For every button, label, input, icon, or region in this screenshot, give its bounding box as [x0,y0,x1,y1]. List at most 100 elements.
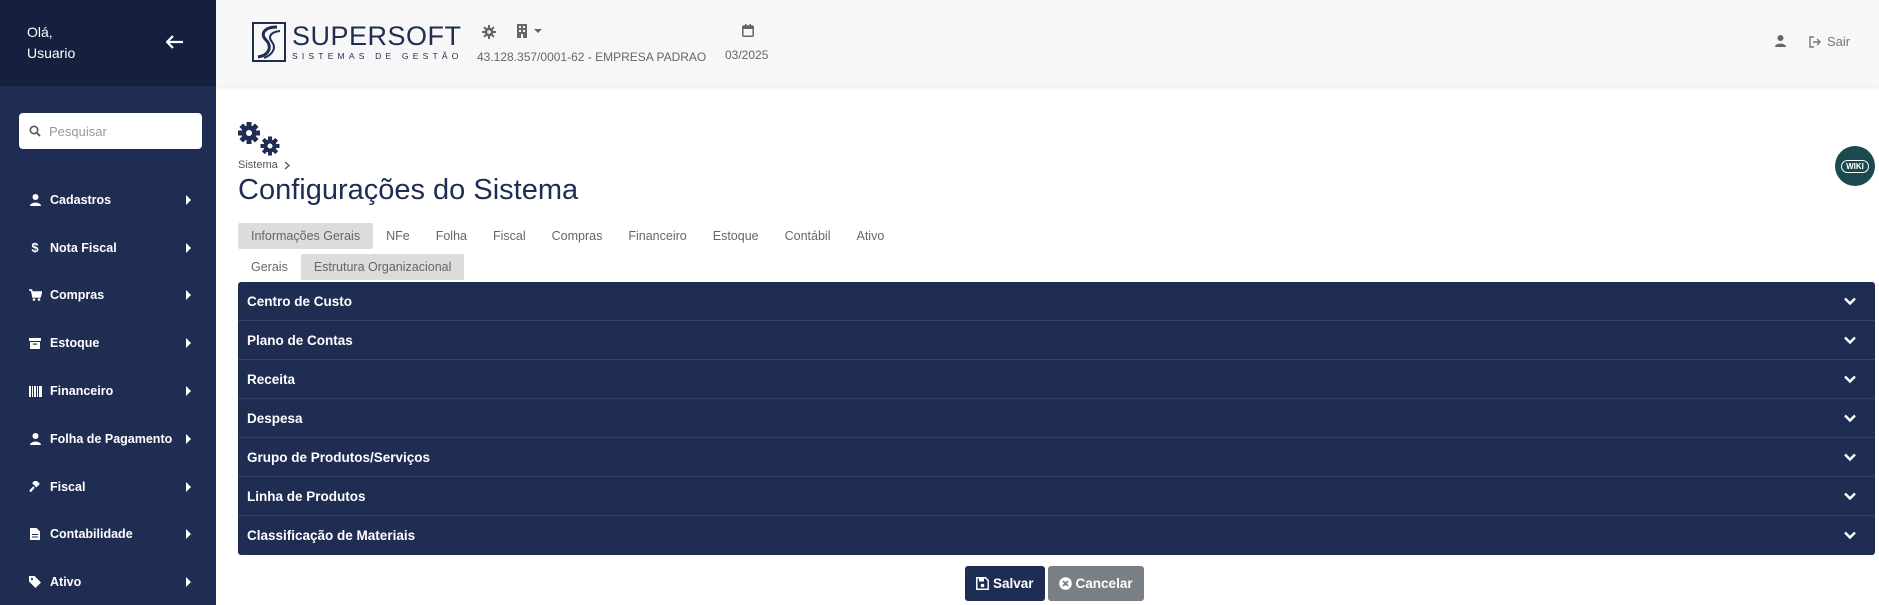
period-select-button[interactable] [742,24,754,37]
accordion-centro-de-custo[interactable]: Centro de Custo [238,282,1875,321]
save-icon [976,577,989,590]
tab-financeiro[interactable]: Financeiro [615,223,699,249]
sidebar-item-ativo[interactable]: Ativo [0,558,216,605]
tab-contabil[interactable]: Contábil [772,223,844,249]
wiki-label: WIKI [1841,159,1869,173]
accordion-title: Despesa [247,410,303,426]
caret-right-icon [186,194,191,205]
collapse-sidebar-button[interactable] [163,30,187,54]
user-icon [1775,35,1786,47]
sidebar-search[interactable] [19,113,202,149]
chevron-down-icon [1844,414,1856,423]
sidebar-item-estoque[interactable]: Estoque [0,319,216,367]
config-accordion: Centro de Custo Plano de Contas Receita … [238,282,1875,555]
caret-right-icon [186,529,191,540]
sidebar-item-label: Financeiro [50,384,114,399]
gavel-icon [28,480,42,494]
sidebar-item-label: Fiscal [50,479,86,494]
building-icon [517,24,527,38]
caret-right-icon [186,577,191,588]
user-greeting: Olá, Usuario [27,22,75,64]
caret-right-icon [186,338,191,349]
tab-nfe[interactable]: NFe [373,223,423,249]
chevron-down-icon [1844,531,1856,540]
company-select-dropdown[interactable] [516,24,542,38]
tab-folha[interactable]: Folha [423,223,480,249]
sidebar: Olá, Usuario Cadastros $ Nota Fiscal [0,0,216,605]
gear-icon [482,25,496,39]
accordion-title: Plano de Contas [247,332,353,348]
user-profile-button[interactable] [1775,35,1786,47]
logout-button[interactable]: Sair [1809,34,1850,49]
dollar-icon: $ [31,240,39,256]
sidebar-item-folha-de-pagamento[interactable]: Folha de Pagamento [0,415,216,463]
breadcrumb: Sistema [238,159,291,171]
caret-right-icon [186,433,191,444]
tab-fiscal[interactable]: Fiscal [480,223,539,249]
sidebar-item-compras[interactable]: Compras [0,272,216,320]
sub-tabs: Gerais Estrutura Organizacional [238,254,465,280]
file-icon [28,527,42,541]
top-bar: SUPERSOFT SISTEMAS DE GESTÃO 43.128.357/… [216,0,1879,86]
save-button[interactable]: Salvar [965,566,1045,601]
form-actions: Salvar Cancelar [965,566,1144,601]
company-label: 43.128.357/0001-62 - EMPRESA PADRAO [477,50,707,64]
sidebar-item-label: Contabilidade [50,527,133,542]
accordion-plano-de-contas[interactable]: Plano de Contas [238,321,1875,360]
search-input[interactable] [49,123,189,139]
breadcrumb-sistema[interactable]: Sistema [238,159,278,171]
chevron-down-icon [1844,492,1856,501]
cancel-label: Cancelar [1075,576,1133,591]
accordion-title: Grupo de Produtos/Serviços [247,449,431,465]
accordion-title: Classificação de Materiais [247,528,416,543]
wiki-button[interactable]: WIKI [1835,146,1875,186]
accordion-despesa[interactable]: Despesa [238,399,1875,438]
sidebar-item-cadastros[interactable]: Cadastros [0,176,216,224]
sidebar-item-label: Cadastros [50,192,112,207]
accordion-receita[interactable]: Receita [238,360,1875,399]
accordion-title: Centro de Custo [247,293,353,309]
tab-informacoes-gerais[interactable]: Informações Gerais [238,223,374,249]
caret-right-icon [186,242,191,253]
logo-subtitle: SISTEMAS DE GESTÃO [292,51,463,61]
chevron-right-icon [284,161,290,169]
sidebar-item-financeiro[interactable]: Financeiro [0,367,216,415]
sidebar-item-label: Compras [50,288,105,303]
greeting-username: Usuario [27,45,76,61]
tab-ativo[interactable]: Ativo [843,223,897,249]
caret-right-icon [186,386,191,397]
sidebar-item-label: Nota Fiscal [50,240,117,255]
subtab-gerais[interactable]: Gerais [238,254,301,280]
tab-compras[interactable]: Compras [539,223,616,249]
archive-icon [28,336,42,350]
main-tabs: Informações Gerais NFe Folha Fiscal Comp… [238,223,897,249]
accordion-title: Linha de Produtos [247,488,366,504]
app-root: Olá, Usuario Cadastros $ Nota Fiscal [0,0,1879,605]
accordion-title: Receita [247,371,296,387]
save-label: Salvar [993,576,1034,591]
accordion-grupo-de-produtos-servicos[interactable]: Grupo de Produtos/Serviços [238,438,1875,477]
supersoft-logo-icon [252,22,286,62]
period-label: 03/2025 [725,48,769,62]
tab-estoque[interactable]: Estoque [700,223,772,249]
chevron-down-icon [1844,453,1856,462]
caret-right-icon [186,481,191,492]
cancel-button[interactable]: Cancelar [1047,566,1144,601]
accordion-linha-de-produtos[interactable]: Linha de Produtos [238,477,1875,516]
greeting-hello: Olá, [27,24,53,40]
caret-down-icon [534,29,542,33]
sign-out-icon [1809,35,1821,48]
sidebar-item-contabilidade[interactable]: Contabilidade [0,511,216,559]
user-icon [28,432,42,446]
subtab-estrutura-organizacional[interactable]: Estrutura Organizacional [300,254,465,280]
tag-icon [28,575,42,589]
sidebar-item-nota-fiscal[interactable]: $ Nota Fiscal [0,224,216,272]
sidebar-item-label: Folha de Pagamento [50,431,173,446]
settings-button[interactable] [482,25,496,39]
accordion-classificacao-de-materiais[interactable]: Classificação de Materiais [238,516,1875,555]
arrow-left-icon [166,35,183,49]
page-title: Configurações do Sistema [238,174,579,206]
sidebar-menu: Cadastros $ Nota Fiscal Compras Estoque … [0,176,216,605]
user-icon [28,193,42,207]
sidebar-item-fiscal[interactable]: Fiscal [0,463,216,511]
